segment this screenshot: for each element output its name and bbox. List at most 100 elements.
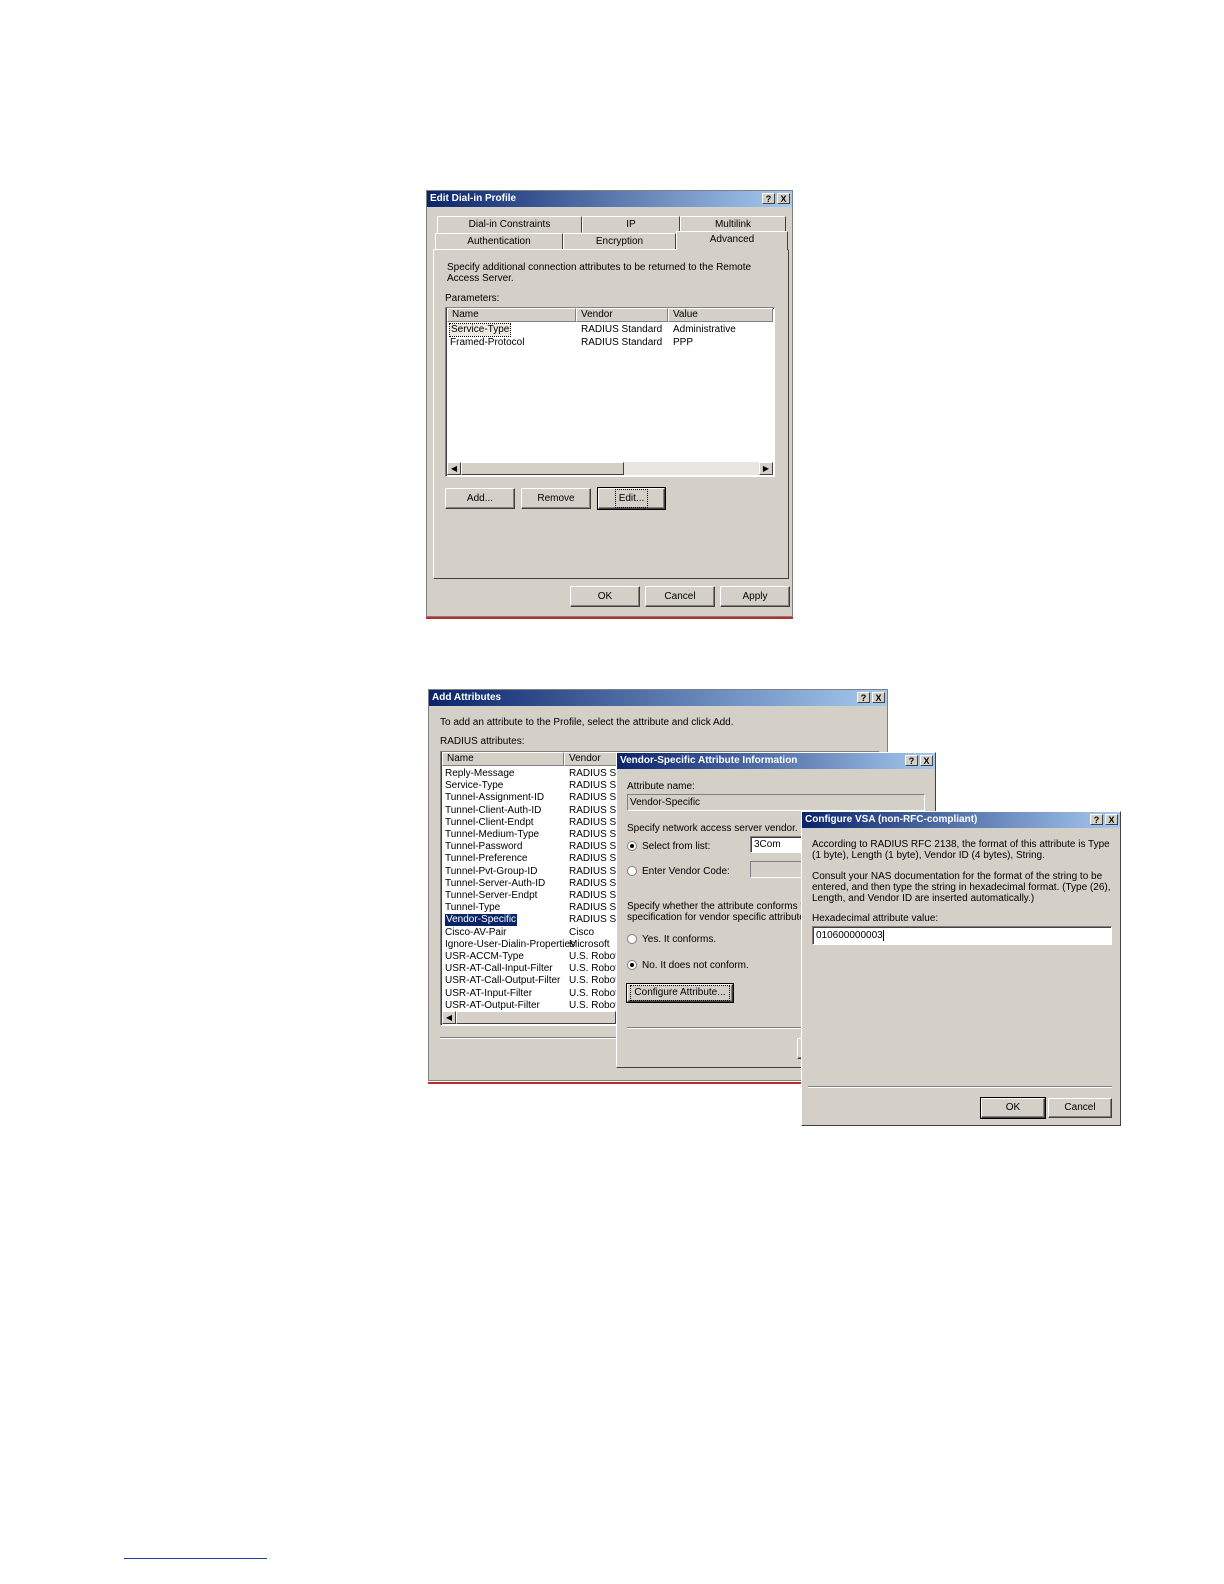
select-from-list-label: Select from list: <box>642 841 711 852</box>
consult-description: Consult your NAS documentation for the f… <box>812 871 1111 904</box>
apply-button-label: Apply <box>742 591 768 602</box>
vendor-label: Specify network access server vendor. <box>627 823 798 834</box>
title-bar[interactable]: Add Attributes <box>429 690 887 706</box>
ok-button[interactable]: OK <box>980 1097 1046 1119</box>
ok-button-label: OK <box>1005 1102 1021 1113</box>
column-header-name[interactable]: Name <box>447 308 576 322</box>
close-button[interactable]: X <box>1105 814 1118 825</box>
help-button[interactable]: ? <box>905 755 918 766</box>
hex-value-input[interactable]: 010600000003 <box>812 926 1112 945</box>
tab-dial-in-constraints[interactable]: Dial-in Constraints <box>437 216 582 233</box>
list-item-name: Vendor-Specific <box>443 913 519 928</box>
cancel-button[interactable]: Cancel <box>1048 1098 1112 1118</box>
help-button[interactable]: ? <box>1090 814 1103 825</box>
footer-rule <box>124 1558 267 1559</box>
title-bar[interactable]: Edit Dial-in Profile <box>427 191 792 207</box>
enter-vendor-code-radio[interactable] <box>627 866 637 876</box>
list-item-vendor: Microsoft <box>569 938 610 950</box>
list-item-vendor: RADIUS St <box>569 853 620 865</box>
instruction-text: To add an attribute to the Profile, sele… <box>440 717 734 728</box>
yes-conforms-label: Yes. It conforms. <box>642 934 717 945</box>
tab-advanced[interactable]: Advanced <box>676 231 788 250</box>
hex-value-text: 010600000003 <box>816 930 884 941</box>
close-button[interactable]: X <box>872 692 885 703</box>
list-item-vendor: RADIUS St <box>569 890 620 901</box>
remove-button[interactable]: Remove <box>521 488 591 509</box>
list-item-vendor: U.S. Robot <box>569 975 618 987</box>
close-button[interactable]: X <box>777 193 790 204</box>
list-item-vendor: RADIUS St <box>569 914 620 926</box>
list-item-vendor: RADIUS St <box>569 780 620 792</box>
row-name: Framed-Protocol <box>450 337 525 348</box>
ok-button[interactable]: OK <box>570 586 640 607</box>
list-item-vendor: RADIUS St <box>569 816 620 828</box>
caption-rule <box>428 1082 802 1084</box>
list-item-vendor: U.S. Robot <box>569 951 618 962</box>
no-does-not-conform-radio[interactable] <box>627 960 637 970</box>
list-item-name: Service-Type <box>445 780 504 792</box>
cancel-button-label: Cancel <box>664 591 696 602</box>
dialog-title: Add Attributes <box>432 692 502 703</box>
title-bar[interactable]: Configure VSA (non-RFC-compliant) <box>802 812 1120 828</box>
list-item-name: Tunnel-Pvt-Group-ID <box>445 865 538 877</box>
row-vendor: RADIUS Standard <box>581 324 663 335</box>
list-item-name: Tunnel-Client-Auth-ID <box>445 804 542 816</box>
scroll-thumb[interactable] <box>456 1011 616 1024</box>
cancel-button[interactable]: Cancel <box>645 586 715 607</box>
list-item-vendor: RADIUS St <box>569 829 620 840</box>
title-bar[interactable]: Vendor-Specific Attribute Information <box>617 753 935 769</box>
add-button-label: Add... <box>466 493 494 504</box>
select-from-list-radio[interactable] <box>627 841 637 851</box>
apply-button[interactable]: Apply <box>720 586 790 607</box>
list-item-vendor: U.S. Robot <box>569 987 618 999</box>
scroll-right-icon[interactable]: ▶ <box>759 462 773 475</box>
scroll-left-icon[interactable]: ◀ <box>447 462 461 475</box>
scroll-left-icon[interactable]: ◀ <box>442 1011 456 1024</box>
configure-attribute-button[interactable]: Configure Attribute... <box>626 983 734 1003</box>
list-item-name: USR-ACCM-Type <box>445 951 524 962</box>
horizontal-scrollbar[interactable]: ◀ ▶ <box>447 462 773 475</box>
list-item-vendor: Cisco <box>569 926 595 938</box>
configure-vsa-dialog: Configure VSA (non-RFC-compliant) ? X Ac… <box>801 811 1121 1126</box>
close-button[interactable]: X <box>920 755 933 766</box>
help-button[interactable]: ? <box>762 193 775 204</box>
hex-value-label: Hexadecimal attribute value: <box>812 913 939 924</box>
list-item-name: Tunnel-Server-Endpt <box>445 890 538 901</box>
column-header-name[interactable]: Name <box>442 752 564 766</box>
row-value: PPP <box>673 337 694 348</box>
enter-vendor-code-label: Enter Vendor Code: <box>642 866 730 877</box>
remove-button-label: Remove <box>537 493 575 504</box>
list-item-vendor: RADIUS St <box>569 877 620 889</box>
list-item-name: Tunnel-Assignment-ID <box>445 792 545 804</box>
no-does-not-conform-label: No. It does not conform. <box>642 960 749 971</box>
ok-button-label: OK <box>597 591 613 602</box>
list-item-name: USR-AT-Call-Output-Filter <box>445 975 561 987</box>
radius-attributes-label: RADIUS attributes: <box>440 736 525 747</box>
attribute-name-field: Vendor-Specific <box>627 794 925 811</box>
add-button[interactable]: Add... <box>445 488 515 509</box>
dialog-title: Configure VSA (non-RFC-compliant) <box>805 814 978 825</box>
row-vendor: RADIUS Standard <box>581 337 663 348</box>
format-description: According to RADIUS RFC 2138, the format… <box>812 839 1110 861</box>
list-item-name: Tunnel-Medium-Type <box>445 829 540 840</box>
edit-button[interactable]: Edit... <box>597 487 666 510</box>
column-header-vendor[interactable]: Vendor <box>576 308 668 322</box>
yes-conforms-radio[interactable] <box>627 934 637 944</box>
tab-encryption[interactable]: Encryption <box>563 233 676 250</box>
list-item-vendor: RADIUS St <box>569 804 620 816</box>
list-item-name: USR-AT-Output-Filter <box>445 999 540 1011</box>
list-item-name: USR-AT-Call-Input-Filter <box>445 963 553 975</box>
row-name: Service-Type <box>448 323 512 337</box>
list-item-vendor: RADIUS St <box>569 792 620 804</box>
scroll-thumb[interactable] <box>461 462 624 475</box>
parameters-label: Parameters: <box>445 293 500 304</box>
help-button[interactable]: ? <box>857 692 870 703</box>
list-item-name: Tunnel-Password <box>445 841 523 853</box>
dialog-title: Vendor-Specific Attribute Information <box>620 755 798 766</box>
tab-authentication[interactable]: Authentication <box>435 233 563 250</box>
list-item-name: Cisco-AV-Pair <box>445 926 507 938</box>
column-header-value[interactable]: Value <box>668 308 773 322</box>
list-item-vendor: RADIUS St <box>569 768 620 779</box>
parameters-list[interactable]: Name Vendor Value Service-Type RADIUS St… <box>445 307 775 477</box>
tab-ip[interactable]: IP <box>582 216 680 233</box>
